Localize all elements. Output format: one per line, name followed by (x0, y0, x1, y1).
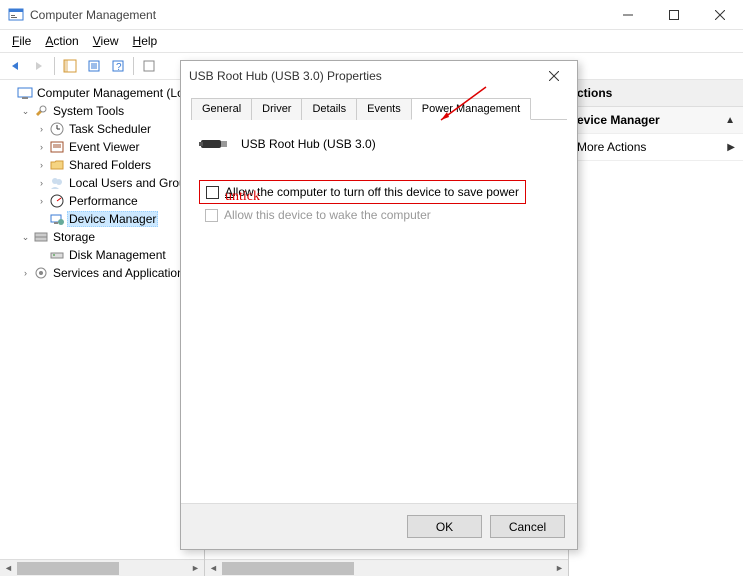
tree-performance[interactable]: ›Performance (36, 192, 204, 210)
properties-dialog: USB Root Hub (USB 3.0) Properties Genera… (180, 60, 578, 550)
tools-icon (33, 103, 49, 119)
tree-task-scheduler[interactable]: ›Task Scheduler (36, 120, 204, 138)
tree-system-tools[interactable]: ⌄ System Tools (20, 102, 204, 120)
properties-button[interactable] (83, 55, 105, 77)
annotation-untick: untick (225, 189, 260, 205)
actions-header: ctions (569, 80, 743, 107)
forward-button[interactable] (28, 55, 50, 77)
tree-local-users[interactable]: ›Local Users and Grou (36, 174, 204, 192)
tree-services-apps[interactable]: › Services and Application (20, 264, 204, 282)
svg-text:?: ? (116, 62, 122, 73)
clock-icon (49, 121, 65, 137)
expand-icon[interactable]: › (20, 268, 31, 279)
dialog-title: USB Root Hub (USB 3.0) Properties (189, 69, 539, 83)
expand-icon[interactable]: › (36, 178, 47, 189)
back-button[interactable] (4, 55, 26, 77)
tree-shared-folders[interactable]: ›Shared Folders (36, 156, 204, 174)
tab-events[interactable]: Events (356, 98, 412, 120)
services-icon (33, 265, 49, 281)
checkbox-allow-turnoff[interactable] (206, 186, 219, 199)
disk-icon (49, 247, 65, 263)
actions-device-manager[interactable]: evice Manager ▲ (569, 107, 743, 134)
actions-more[interactable]: More Actions ▶ (569, 134, 743, 161)
tree-storage[interactable]: ⌄ Storage (20, 228, 204, 246)
folder-share-icon (49, 157, 65, 173)
tree-pane: Computer Management (Lo ⌄ System Tools ›… (0, 80, 205, 576)
tab-content: USB Root Hub (USB 3.0) untick Allow the … (191, 120, 567, 230)
dialog-tabs: General Driver Details Events Power Mana… (191, 97, 567, 120)
app-icon (8, 7, 24, 23)
tree-disk-management[interactable]: Disk Management (36, 246, 204, 264)
scroll-right-icon[interactable]: ► (187, 560, 204, 577)
checkbox-allow-wake-row: Allow this device to wake the computer (199, 208, 559, 222)
performance-icon (49, 193, 65, 209)
chevron-right-icon: ▶ (727, 142, 735, 153)
expand-icon[interactable]: › (36, 160, 47, 171)
tree-event-viewer[interactable]: ›Event Viewer (36, 138, 204, 156)
menubar: File Action View Help (0, 30, 743, 52)
tree-device-manager[interactable]: Device Manager (36, 210, 204, 228)
checkbox-allow-wake-label: Allow this device to wake the computer (224, 208, 431, 222)
storage-icon (33, 229, 49, 245)
users-icon (49, 175, 65, 191)
dialog-close-button[interactable] (539, 61, 569, 91)
checkbox-allow-wake (205, 209, 218, 222)
tab-details[interactable]: Details (301, 98, 357, 120)
tab-power-management[interactable]: Power Management (411, 98, 531, 120)
expand-icon[interactable]: › (36, 142, 47, 153)
menu-action[interactable]: Action (39, 32, 84, 50)
window-title: Computer Management (30, 8, 605, 22)
tab-driver[interactable]: Driver (251, 98, 302, 120)
window-titlebar: Computer Management (0, 0, 743, 30)
scroll-right-icon[interactable]: ► (551, 560, 568, 577)
cancel-button[interactable]: Cancel (490, 515, 565, 538)
tree-root[interactable]: Computer Management (Lo (4, 84, 204, 102)
ok-button[interactable]: OK (407, 515, 482, 538)
collapse-icon[interactable]: ⌄ (20, 232, 31, 243)
minimize-button[interactable] (605, 0, 651, 30)
tree-scrollbar-h[interactable]: ◄ ► (0, 559, 204, 576)
expand-icon[interactable]: › (36, 196, 47, 207)
checkbox-allow-turnoff-label[interactable]: Allow the computer to turn off this devi… (225, 185, 519, 199)
computer-mgmt-icon (17, 85, 33, 101)
event-icon (49, 139, 65, 155)
actions-pane: ctions evice Manager ▲ More Actions ▶ (568, 80, 743, 576)
device-manager-icon (49, 211, 65, 227)
show-hide-tree-button[interactable] (59, 55, 81, 77)
device-name: USB Root Hub (USB 3.0) (241, 137, 376, 151)
nav-tree[interactable]: Computer Management (Lo ⌄ System Tools ›… (0, 84, 204, 282)
scroll-left-icon[interactable]: ◄ (0, 560, 17, 577)
close-button[interactable] (697, 0, 743, 30)
dialog-button-row: OK Cancel (181, 503, 577, 549)
expand-icon[interactable]: › (36, 124, 47, 135)
tab-general[interactable]: General (191, 98, 252, 120)
help-button[interactable]: ? (107, 55, 129, 77)
center-scrollbar-h[interactable]: ◄ ► (205, 559, 568, 576)
menu-view[interactable]: View (87, 32, 125, 50)
menu-file[interactable]: File (6, 32, 37, 50)
toolbar-btn-extra[interactable] (138, 55, 160, 77)
menu-help[interactable]: Help (127, 32, 164, 50)
dialog-titlebar: USB Root Hub (USB 3.0) Properties (181, 61, 577, 91)
collapse-icon[interactable] (4, 88, 15, 99)
collapse-icon[interactable]: ⌄ (20, 106, 31, 117)
maximize-button[interactable] (651, 0, 697, 30)
usb-device-icon (199, 134, 231, 154)
scroll-left-icon[interactable]: ◄ (205, 560, 222, 577)
chevron-up-icon: ▲ (725, 115, 735, 126)
